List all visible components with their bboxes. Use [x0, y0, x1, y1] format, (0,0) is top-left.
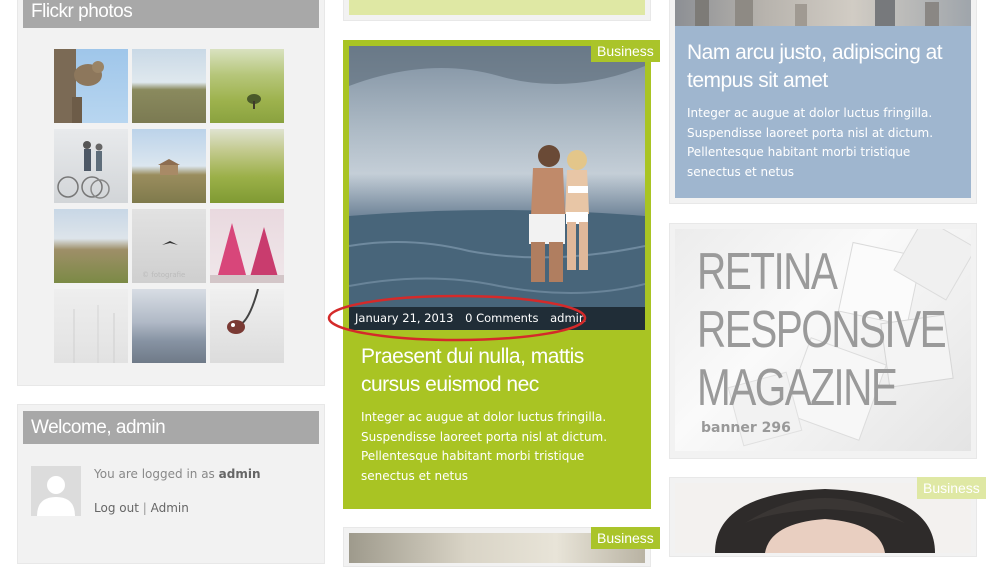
banner-line-3: MAGAZINE — [697, 359, 898, 417]
flickr-photo[interactable] — [54, 289, 128, 363]
logged-in-username: admin — [218, 467, 261, 481]
link-separator: | — [142, 501, 147, 515]
portrait-post-category-badge[interactable]: Business — [917, 477, 986, 499]
flickr-photo[interactable] — [54, 209, 128, 283]
account-links: Log out | Admin — [94, 501, 189, 515]
banner-ad[interactable]: RETINA RESPONSIVE MAGAZINE banner 296 — [675, 229, 971, 451]
featured-post-category-badge[interactable]: Business — [591, 40, 660, 62]
flickr-photo[interactable] — [54, 129, 128, 203]
welcome-widget-title: Welcome, admin — [23, 411, 319, 444]
admin-link[interactable]: Admin — [151, 501, 189, 515]
flickr-widget-title: Flickr photos — [23, 0, 319, 28]
featured-post-image[interactable] — [349, 46, 645, 330]
logout-link[interactable]: Log out — [94, 501, 139, 515]
featured-post-excerpt: Integer ac augue at dolor luctus fringil… — [361, 410, 608, 483]
featured-post-title[interactable]: Praesent dui nulla, mattis cursus euismo… — [361, 343, 633, 399]
flickr-photo[interactable]: © fotografie — [132, 209, 206, 283]
right-post-title[interactable]: Nam arcu justo, adipiscing at tempus sit… — [687, 39, 959, 95]
banner-line-1: RETINA — [697, 243, 838, 301]
flickr-photo[interactable] — [210, 129, 284, 203]
user-avatar[interactable] — [31, 466, 81, 516]
banner-headline: RETINA RESPONSIVE MAGAZINE — [697, 243, 947, 417]
next-post-category-badge[interactable]: Business — [591, 527, 660, 549]
logged-in-text: You are logged in as — [94, 467, 215, 481]
logged-in-status: You are logged in as admin — [94, 467, 261, 481]
flickr-photo[interactable] — [210, 289, 284, 363]
svg-text:© fotografie: © fotografie — [142, 271, 185, 279]
right-post-image[interactable] — [675, 0, 971, 26]
banner-caption: banner 296 — [701, 420, 791, 436]
flickr-photo[interactable] — [132, 289, 206, 363]
banner-line-2: RESPONSIVE — [697, 301, 947, 359]
flickr-photo[interactable] — [210, 209, 284, 283]
flickr-photo[interactable] — [210, 49, 284, 123]
previous-post-footer[interactable] — [349, 0, 645, 15]
flickr-photo[interactable] — [132, 129, 206, 203]
flickr-photo[interactable] — [132, 49, 206, 123]
flickr-photo[interactable] — [54, 49, 128, 123]
right-post-excerpt: Integer ac augue at dolor luctus fringil… — [687, 106, 934, 179]
annotation-highlight-ellipse — [327, 294, 587, 342]
